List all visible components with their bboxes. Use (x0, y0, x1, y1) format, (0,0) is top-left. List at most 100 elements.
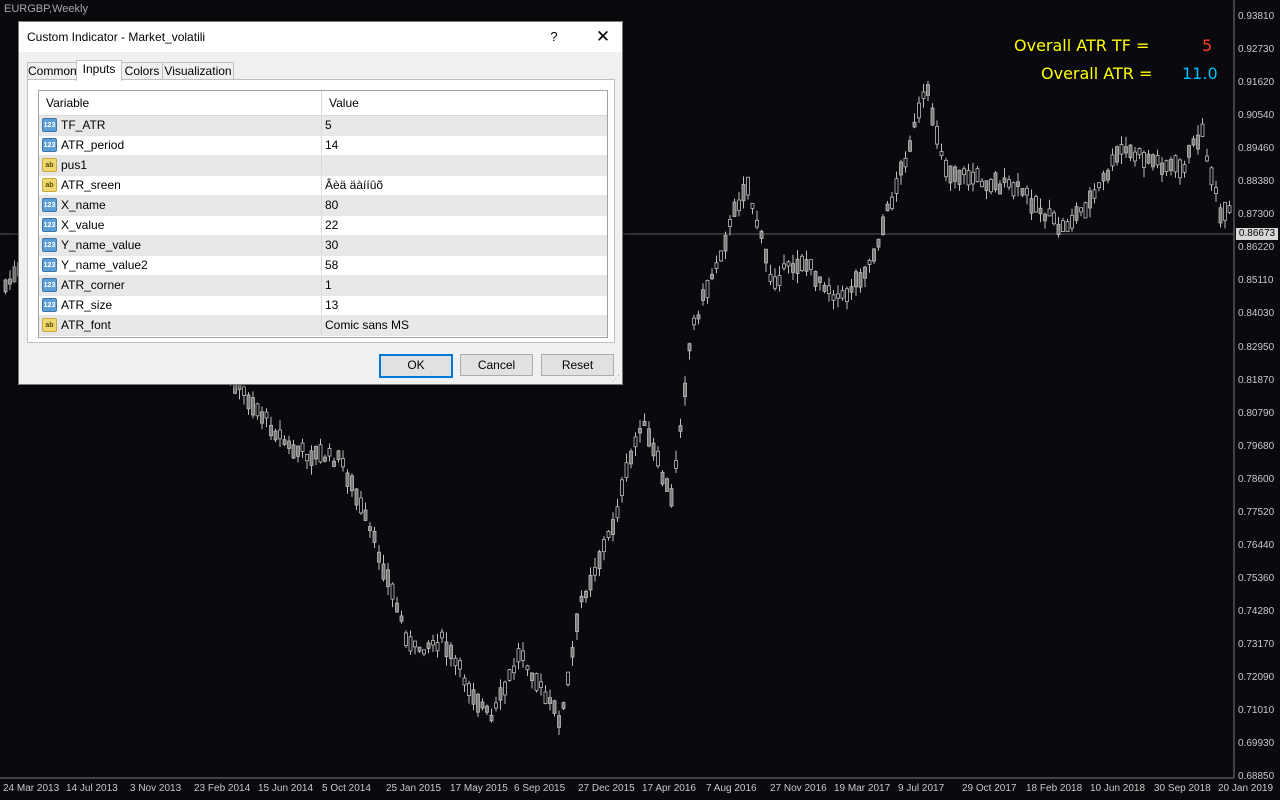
grid-header: Variable Value (39, 91, 607, 116)
candle-body (935, 126, 939, 145)
param-row-atr-sreen[interactable]: ab ATR_sreen Âèä äàííûõ (39, 176, 607, 196)
candle-body (359, 497, 363, 514)
candle-body (647, 428, 651, 447)
param-value[interactable]: 58 (325, 256, 338, 275)
candle-body (1047, 208, 1052, 217)
candle-body (561, 702, 566, 709)
candle-body (557, 715, 561, 728)
param-value[interactable]: Comic sans MS (325, 316, 409, 335)
candle-body (309, 450, 314, 466)
inputs-grid[interactable]: Variable Value 123 TF_ATR 5 123 ATR_period 14… (38, 90, 608, 338)
param-value[interactable]: 80 (325, 196, 338, 215)
date-tick-label: 10 Jun 2018 (1090, 783, 1146, 794)
param-row-pus1[interactable]: ab pus1 (39, 156, 607, 176)
candle-body (251, 397, 255, 416)
param-row-y-name-value2[interactable]: 123 Y_name_value2 58 (39, 256, 607, 276)
close-icon[interactable]: ✕ (585, 22, 621, 52)
candle-body (480, 701, 485, 709)
tab-visualization[interactable]: Visualization (162, 62, 234, 80)
param-row-atr-corner[interactable]: 123 ATR_corner 1 (39, 276, 607, 296)
param-value[interactable]: 22 (325, 216, 338, 235)
candle-body (381, 563, 386, 580)
price-tick-label: 0.76440 (1238, 539, 1275, 551)
param-row-x-value[interactable]: 123 X_value 22 (39, 216, 607, 236)
atr-tf-label: Overall ATR TF = (1014, 36, 1150, 55)
candle-body (305, 454, 309, 462)
price-tick-label: 0.69930 (1238, 738, 1275, 750)
cell-divider (321, 296, 322, 315)
param-value[interactable]: 14 (325, 136, 338, 155)
candle-body (1029, 198, 1034, 214)
candle-body (390, 583, 395, 600)
column-header-variable[interactable]: Variable (46, 91, 89, 115)
param-value[interactable]: 13 (325, 296, 338, 315)
date-tick-label: 6 Sep 2015 (514, 783, 566, 794)
param-row-y-name-value[interactable]: 123 Y_name_value 30 (39, 236, 607, 256)
cancel-button[interactable]: Cancel (460, 354, 533, 376)
price-tick-label: 0.87300 (1238, 209, 1275, 221)
price-tick-label: 0.89460 (1238, 143, 1275, 155)
candle-body (368, 526, 372, 532)
candle-body (800, 255, 804, 272)
candle-body (741, 183, 746, 202)
candle-body (710, 273, 714, 280)
param-value[interactable]: 1 (325, 276, 332, 295)
candle-body (521, 650, 525, 661)
candle-body (1002, 177, 1007, 183)
candle-body (503, 681, 507, 696)
cell-divider (321, 276, 322, 295)
candle-body (1020, 188, 1025, 196)
candle-body (242, 386, 246, 396)
column-divider[interactable] (321, 91, 322, 115)
param-row-tf-atr[interactable]: 123 TF_ATR 5 (39, 116, 607, 136)
candle-body (431, 640, 435, 646)
cell-divider (321, 196, 322, 215)
candle-body (845, 288, 849, 303)
date-tick-label: 29 Oct 2017 (962, 783, 1017, 794)
param-row-atr-period[interactable]: 123 ATR_period 14 (39, 136, 607, 156)
resize-grip-icon[interactable]: ⋰ (612, 374, 620, 383)
candle-body (323, 456, 327, 462)
candle-body (903, 157, 908, 168)
dialog-titlebar[interactable]: Custom Indicator - Market_volatili ? ✕ (19, 22, 622, 52)
candle-body (566, 671, 570, 685)
param-row-atr-font[interactable]: ab ATR_font Comic sans MS (39, 316, 607, 336)
ok-button[interactable]: OK (379, 354, 453, 378)
candle-body (1178, 159, 1182, 179)
param-row-atr-size[interactable]: 123 ATR_size 13 (39, 296, 607, 316)
integer-type-icon: 123 (42, 238, 57, 252)
cell-divider (321, 156, 322, 175)
candle-body (660, 471, 665, 485)
date-tick-label: 20 Jan 2019 (1218, 783, 1274, 794)
candle-body (1007, 179, 1011, 188)
candle-body (593, 566, 597, 576)
candle-body (818, 276, 822, 283)
candle-body (777, 275, 782, 286)
column-header-value[interactable]: Value (329, 91, 359, 115)
candle-body (930, 107, 935, 126)
param-value[interactable]: 30 (325, 236, 338, 255)
candle-body (953, 166, 957, 182)
tab-common[interactable]: Common (27, 62, 77, 80)
param-row-x-name[interactable]: 123 X_name 80 (39, 196, 607, 216)
price-tick-label: 0.80790 (1238, 407, 1275, 419)
candle-body (827, 285, 831, 294)
candle-body (759, 230, 764, 239)
candle-body (876, 238, 881, 248)
date-tick-label: 27 Dec 2015 (578, 783, 635, 794)
candle-body (597, 551, 602, 570)
param-value[interactable]: Âèä äàííûõ (325, 176, 383, 195)
date-tick-label: 19 Mar 2017 (834, 783, 891, 794)
help-button[interactable]: ? (539, 22, 569, 52)
price-tick-label: 0.74280 (1238, 605, 1275, 617)
candle-body (651, 442, 656, 457)
candle-body (269, 424, 273, 437)
price-tick-label: 0.71010 (1238, 705, 1275, 717)
param-value[interactable]: 5 (325, 116, 332, 135)
reset-button[interactable]: Reset (541, 354, 614, 376)
candle-body (1214, 187, 1218, 194)
candle-body (1083, 202, 1088, 219)
tab-inputs[interactable]: Inputs (76, 60, 122, 81)
candle-body (858, 272, 863, 288)
tab-colors[interactable]: Colors (121, 62, 163, 80)
